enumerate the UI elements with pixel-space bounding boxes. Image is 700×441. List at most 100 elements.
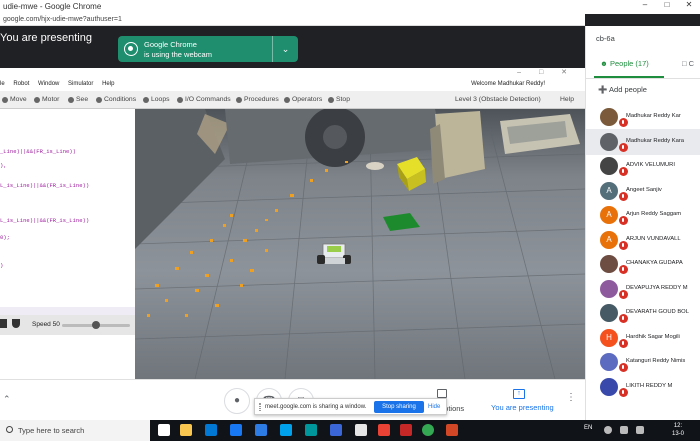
participant-row[interactable]: Katanguri Reddy Nimis bbox=[586, 349, 700, 375]
app-window-controls[interactable]: – □ ✕ bbox=[517, 68, 575, 76]
app-menubar: le Robot Window Simulator Help Welcome M… bbox=[0, 78, 585, 91]
edge-icon[interactable] bbox=[280, 424, 292, 436]
tray-icon[interactable] bbox=[620, 426, 628, 434]
stop-sharing-button[interactable]: Stop sharing bbox=[374, 401, 424, 413]
task-view-icon[interactable] bbox=[158, 424, 170, 436]
chrome-icon[interactable] bbox=[422, 424, 434, 436]
participant-row[interactable]: A ARJUN VUNDAVALL bbox=[586, 227, 700, 253]
close-button[interactable]: ✕ bbox=[678, 0, 700, 14]
menu-robot[interactable]: Robot bbox=[13, 81, 29, 87]
menu-simulator[interactable]: Simulator bbox=[68, 81, 93, 87]
arena-scene bbox=[135, 109, 585, 379]
drag-handle-icon[interactable] bbox=[259, 403, 261, 411]
speed-slider-handle[interactable] bbox=[92, 321, 100, 329]
add-people-button[interactable]: ➕ Add people bbox=[598, 85, 647, 94]
toolbar-procedures[interactable]: Procedures bbox=[236, 96, 279, 103]
speaker-icon[interactable] bbox=[12, 319, 20, 328]
mail-icon[interactable] bbox=[255, 424, 267, 436]
app-icon[interactable] bbox=[230, 424, 242, 436]
app-icon-grey[interactable] bbox=[355, 424, 367, 436]
participant-row[interactable]: A Arjun Reddy Saggam bbox=[586, 202, 700, 228]
eye-icon bbox=[68, 96, 74, 103]
mic-off-icon bbox=[619, 363, 628, 372]
procedures-icon bbox=[236, 96, 242, 103]
simulation-viewport[interactable] bbox=[135, 109, 585, 379]
mic-off-icon bbox=[619, 142, 628, 152]
more-options-icon[interactable]: ⋮ bbox=[566, 392, 576, 403]
toolbar-conditions[interactable]: Conditions bbox=[96, 96, 136, 103]
toolbar-see[interactable]: See bbox=[68, 96, 88, 103]
code-line: _Line)||&&(FR_is_Line)) bbox=[0, 148, 76, 155]
chevron-up-icon[interactable]: ⌃ bbox=[3, 394, 11, 405]
code-lower-area bbox=[0, 335, 135, 379]
clock-time: 12: bbox=[673, 423, 683, 429]
toolbar-operators[interactable]: Operators bbox=[284, 96, 322, 103]
toolbar-motor[interactable]: Motor bbox=[34, 96, 59, 103]
clock[interactable]: 12: 13-0 bbox=[672, 422, 684, 438]
participant-row[interactable]: DEVARATH GOUD BOL bbox=[586, 300, 700, 326]
store-icon[interactable] bbox=[205, 424, 217, 436]
menu-file[interactable]: le bbox=[0, 81, 5, 87]
avatar: A bbox=[600, 230, 618, 249]
app-icon-blue[interactable] bbox=[330, 424, 342, 436]
chevron-down-icon[interactable]: ⌄ bbox=[272, 36, 298, 62]
speed-label: Speed 50 bbox=[32, 321, 60, 328]
menu-window[interactable]: Window bbox=[38, 81, 59, 87]
captions-icon[interactable] bbox=[437, 389, 447, 398]
language-indicator[interactable]: EN bbox=[584, 425, 592, 431]
toolbar-stop[interactable]: Stop bbox=[328, 96, 350, 103]
participant-row[interactable]: H Hardhik Sagar Mogili bbox=[586, 325, 700, 351]
participant-row[interactable]: CHANAKYA GUDAPA bbox=[586, 251, 700, 277]
powerpoint-icon[interactable] bbox=[446, 424, 458, 436]
gear-hub bbox=[323, 125, 347, 149]
menu-help[interactable]: Help bbox=[102, 81, 114, 87]
participant-row[interactable]: A Angeet Sanjiv bbox=[586, 178, 700, 204]
clock-date: 13-0 bbox=[672, 431, 685, 437]
participant-name: Arjun Reddy Saggam bbox=[626, 211, 682, 217]
participant-name: ADVIK VELUMURI bbox=[626, 162, 675, 168]
microphone-button[interactable]: ● bbox=[224, 388, 250, 414]
code-line: ) bbox=[0, 262, 4, 269]
robot bbox=[317, 243, 351, 264]
stop-icon bbox=[328, 96, 334, 103]
minimize-button[interactable]: – bbox=[634, 0, 656, 14]
help-button[interactable]: Help bbox=[560, 96, 574, 103]
webcam-icon bbox=[124, 42, 138, 56]
file-explorer-icon[interactable] bbox=[180, 424, 192, 436]
arduino-icon[interactable] bbox=[305, 424, 317, 436]
code-line: 0); bbox=[0, 234, 10, 241]
participant-row[interactable]: ADVIK VELUMURI bbox=[586, 153, 700, 179]
participant-row[interactable]: Madhukar Reddy Kara bbox=[586, 128, 700, 155]
app-titlebar: – □ ✕ bbox=[0, 68, 585, 78]
participant-row[interactable]: DEVAPUJYA REDDY M bbox=[586, 276, 700, 302]
toolbar-io-commands[interactable]: I/O Commands bbox=[177, 96, 231, 103]
screen: udie-mwe - Google Chrome – □ ✕ google.co… bbox=[0, 0, 700, 441]
present-label[interactable]: You are presenting bbox=[491, 403, 554, 412]
avatar bbox=[600, 353, 618, 371]
app-icon-darkred[interactable] bbox=[400, 424, 412, 436]
toolbar-move[interactable]: Move bbox=[2, 96, 27, 103]
mic-off-icon bbox=[619, 216, 628, 225]
code-line: L_is_Line)||&&(FR_is_Line)) bbox=[0, 182, 90, 189]
participant-row[interactable]: Madhukar Reddy Kar bbox=[586, 104, 700, 130]
taskbar-search[interactable]: Type here to search bbox=[0, 420, 150, 441]
tab-chat[interactable]: □ C bbox=[682, 59, 694, 68]
participant-row[interactable]: LIKITH REDDY M bbox=[586, 374, 700, 400]
tab-people[interactable]: ☻ People (17) bbox=[600, 59, 649, 68]
mic-off-icon bbox=[619, 314, 628, 323]
toolbar-loops[interactable]: Loops bbox=[143, 96, 170, 103]
address-bar[interactable]: google.com/hjx-udie-mwe?authuser=1 bbox=[0, 14, 585, 26]
code-editor[interactable]: _Line)||&&(FR_is_Line)) ), L_is_Line)||&… bbox=[0, 109, 135, 307]
webcam-notice[interactable]: Google Chrome is using the webcam ⌄ bbox=[118, 36, 298, 62]
tray-icon[interactable] bbox=[604, 426, 612, 434]
hide-button[interactable]: Hide bbox=[428, 404, 440, 410]
present-icon[interactable]: ↑ bbox=[513, 389, 525, 399]
maximize-button[interactable]: □ bbox=[656, 0, 678, 14]
stop-square-icon[interactable] bbox=[0, 319, 7, 328]
volume-icon[interactable] bbox=[636, 426, 644, 434]
browser-title: udie-mwe - Google Chrome bbox=[3, 2, 102, 11]
participant-name: Madhukar Reddy Kara bbox=[626, 137, 684, 144]
participant-name: DEVARATH GOUD BOL bbox=[626, 309, 689, 315]
participant-name: Katanguri Reddy Nimis bbox=[626, 358, 686, 364]
app-icon-red[interactable] bbox=[378, 424, 390, 436]
